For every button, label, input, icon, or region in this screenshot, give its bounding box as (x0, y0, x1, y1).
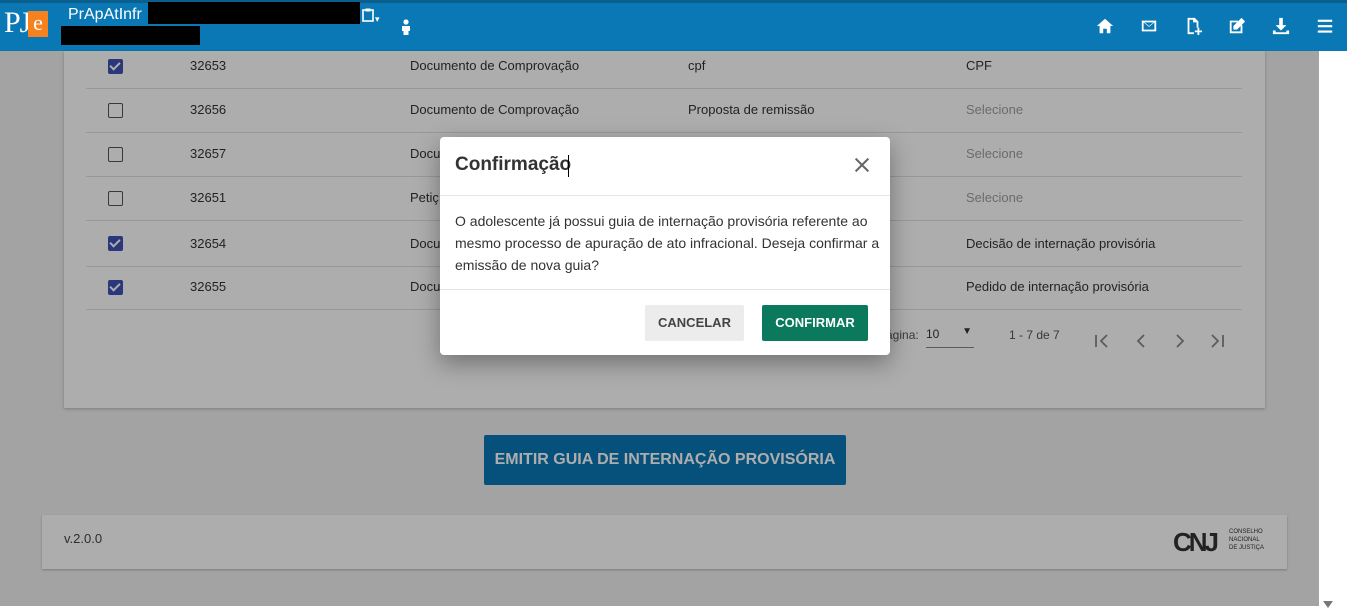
logo-text: PJ (4, 6, 31, 39)
dialog-message: O adolescente já possui guia de internaç… (455, 213, 880, 273)
redacted-block (148, 2, 360, 24)
close-icon[interactable] (852, 155, 872, 175)
confirm-button[interactable]: CONFIRMAR (762, 305, 868, 341)
mail-icon[interactable] (1127, 14, 1171, 38)
text-caret (568, 155, 569, 177)
scroll-down-arrow-icon[interactable] (1323, 601, 1333, 608)
divider (440, 289, 890, 290)
clipboard-icon[interactable] (362, 8, 374, 25)
add-document-icon[interactable] (1171, 14, 1215, 38)
logo-accent: e (28, 11, 48, 37)
confirmation-dialog: Confirmação O adolescente já possui guia… (440, 137, 890, 355)
chevron-down-icon[interactable]: ▾ (375, 14, 380, 25)
redacted-block (61, 26, 200, 45)
download-icon[interactable] (1259, 14, 1303, 38)
home-icon[interactable] (1083, 14, 1127, 38)
person-icon[interactable] (400, 19, 412, 38)
toolbar-icons (1083, 14, 1347, 38)
cancel-button[interactable]: CANCELAR (645, 305, 744, 341)
scrollbar[interactable] (1319, 51, 1347, 612)
menu-icon[interactable] (1303, 14, 1347, 38)
app-name: PrApAtInfr (68, 6, 142, 23)
edit-icon[interactable] (1215, 14, 1259, 38)
divider (440, 195, 890, 196)
pje-logo[interactable]: PJ e (4, 6, 48, 40)
dialog-title: Confirmação (455, 154, 572, 175)
